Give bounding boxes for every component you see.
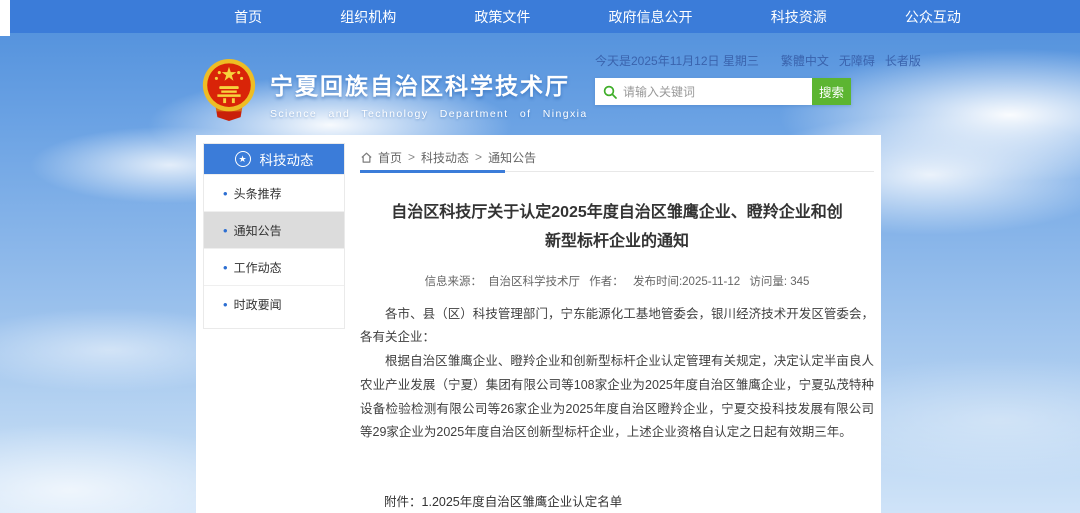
sidebar-title: 科技动态 <box>260 149 314 169</box>
nav-item-gov-info-disclosure[interactable]: 政府信息公开 <box>609 7 693 27</box>
nav-item-home[interactable]: 首页 <box>234 7 262 27</box>
attachment-link-eagle-list[interactable]: 1.2025年度自治区雏鹰企业认定名单 <box>422 491 660 513</box>
breadcrumb-separator: > <box>408 150 415 164</box>
meta-source: 自治区科学技术厅 <box>488 276 580 288</box>
today-date: 今天是2025年11月12日 星期三 <box>595 52 759 69</box>
attachments-section: 附件： 1.2025年度自治区雏鹰企业认定名单 2.2025年度自治区瞪羚企业认… <box>384 491 874 513</box>
breadcrumb-separator: > <box>475 150 482 164</box>
top-navigation: 首页 组织机构 政策文件 政府信息公开 科技资源 公众互动 <box>10 0 1080 33</box>
sidebar-item-label: 通知公告 <box>234 222 282 239</box>
content-panel: ★ 科技动态 头条推荐 通知公告 工作动态 时政要闻 首页 > 科技动态 > 通… <box>196 135 881 513</box>
nav-item-policy-documents[interactable]: 政策文件 <box>474 7 530 27</box>
sidebar-item-label: 时政要闻 <box>234 296 282 313</box>
attachments-label: 附件： <box>384 491 422 513</box>
nav-item-sci-tech-resources[interactable]: 科技资源 <box>771 7 827 27</box>
search-icon <box>603 85 617 99</box>
elderly-version-link[interactable]: 长者版 <box>885 52 921 69</box>
article-body: 各市、县（区）科技管理部门，宁东能源化工基地管委会，银川经济技术开发区管委会，各… <box>360 303 874 446</box>
traditional-chinese-link[interactable]: 繁體中文 <box>781 52 829 69</box>
sidebar-item-current-politics[interactable]: 时政要闻 <box>204 285 344 322</box>
search-button[interactable]: 搜索 <box>812 78 851 105</box>
nav-item-public-interaction[interactable]: 公众互动 <box>905 7 961 27</box>
accessibility-link[interactable]: 无障碍 <box>839 52 875 69</box>
nav-item-organization[interactable]: 组织机构 <box>340 7 396 27</box>
header-utilities: 今天是2025年11月12日 星期三 繁體中文 无障碍 长者版 搜索 <box>595 52 875 105</box>
sidebar-item-notices[interactable]: 通知公告 <box>204 211 344 248</box>
meta-author-label: 作者： <box>589 276 624 288</box>
sidebar-item-headline-recommend[interactable]: 头条推荐 <box>204 174 344 211</box>
search-input[interactable] <box>623 85 804 99</box>
breadcrumb-home[interactable]: 首页 <box>378 149 402 166</box>
main-content: 首页 > 科技动态 > 通知公告 自治区科技厅关于认定2025年度自治区雏鹰企业… <box>360 143 874 513</box>
site-title: 宁夏回族自治区科学技术厅 <box>270 67 588 101</box>
meta-publish-date: 发布时间:2025-11-12 <box>633 276 740 288</box>
sidebar-item-label: 头条推荐 <box>234 185 282 202</box>
meta-source-label: 信息来源： <box>425 276 483 288</box>
breadcrumb-underline <box>360 170 505 173</box>
sidebar-item-work-updates[interactable]: 工作动态 <box>204 248 344 285</box>
breadcrumb-notices[interactable]: 通知公告 <box>488 149 536 166</box>
home-icon <box>360 151 373 164</box>
page-edge <box>0 0 10 36</box>
article-title: 自治区科技厅关于认定2025年度自治区雏鹰企业、瞪羚企业和创新型标杆企业的通知 <box>391 199 843 257</box>
star-circle-icon: ★ <box>235 151 251 167</box>
breadcrumb: 首页 > 科技动态 > 通知公告 <box>360 143 874 172</box>
site-subtitle-english: Science and Technology Department of Nin… <box>270 108 588 120</box>
sidebar-item-label: 工作动态 <box>234 259 282 276</box>
search-box <box>595 78 812 105</box>
breadcrumb-tech-news[interactable]: 科技动态 <box>421 149 469 166</box>
national-emblem-logo <box>198 57 260 123</box>
article-paragraph: 根据自治区雏鹰企业、瞪羚企业和创新型标杆企业认定管理有关规定，决定认定半亩良人农… <box>360 350 874 445</box>
article-meta: 信息来源： 自治区科学技术厅 作者： 发布时间:2025-11-12 访问量: 3… <box>360 273 874 289</box>
sidebar: ★ 科技动态 头条推荐 通知公告 工作动态 时政要闻 <box>203 143 345 329</box>
meta-views: 访问量: 345 <box>749 276 809 288</box>
site-title-block: 宁夏回族自治区科学技术厅 Science and Technology Depa… <box>270 67 588 120</box>
sidebar-header: ★ 科技动态 <box>204 144 344 174</box>
article-paragraph: 各市、县（区）科技管理部门，宁东能源化工基地管委会，银川经济技术开发区管委会，各… <box>360 303 874 351</box>
